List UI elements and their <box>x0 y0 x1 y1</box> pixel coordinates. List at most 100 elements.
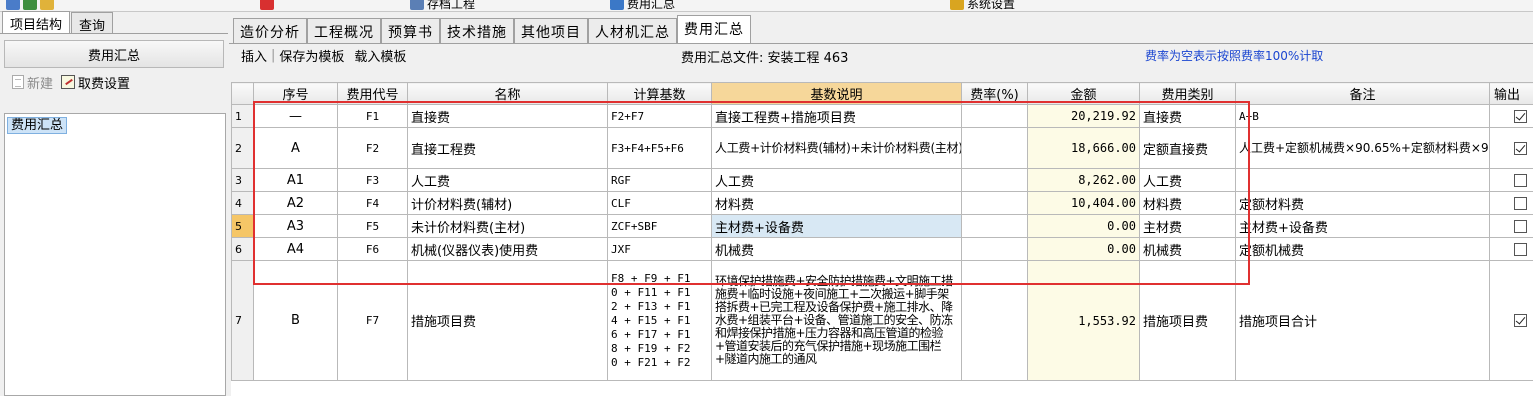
cell-name[interactable]: 直接费 <box>407 104 608 128</box>
table-row[interactable]: 6 A4 F6 机械(仪器仪表)使用费 JXF 机械费 0.00 机械费 定额机… <box>231 237 1533 261</box>
tab-project-structure[interactable]: 项目结构 <box>2 11 71 33</box>
output-checkbox[interactable] <box>1514 141 1527 155</box>
cell-desc[interactable]: 材料费 <box>711 191 962 215</box>
cell-category[interactable]: 主材费 <box>1139 214 1236 238</box>
cell-base[interactable]: F2+F7 <box>607 104 712 128</box>
row-number[interactable]: 5 <box>231 214 254 238</box>
cell-remark[interactable]: 定额材料费 <box>1235 191 1490 215</box>
cell-base[interactable]: F8 + F9 + F1 0 + F11 + F1 2 + F13 + F1 4… <box>607 260 712 381</box>
cell-rate[interactable] <box>961 237 1028 261</box>
close-icon[interactable] <box>260 0 274 11</box>
header-rate[interactable]: 费率(%) <box>961 82 1028 105</box>
cell-desc[interactable]: 主材费+设备费 <box>711 214 962 238</box>
cell-output[interactable] <box>1489 214 1533 238</box>
cell-code[interactable]: F7 <box>337 260 408 381</box>
tab-query[interactable]: 查询 <box>71 12 114 34</box>
cell-category[interactable]: 直接费 <box>1139 104 1236 128</box>
header-remark[interactable]: 备注 <box>1235 82 1490 105</box>
cell-base[interactable]: CLF <box>607 191 712 215</box>
cell-seq[interactable]: A1 <box>253 168 338 192</box>
cell-output[interactable] <box>1489 191 1533 215</box>
tab-other-items[interactable]: 其他项目 <box>514 18 588 43</box>
cell-output[interactable] <box>1489 104 1533 128</box>
row-number[interactable]: 1 <box>231 104 254 128</box>
table-row[interactable]: 7 B F7 措施项目费 F8 + F9 + F1 0 + F11 + F1 2… <box>231 260 1533 381</box>
table-row[interactable]: 3 A1 F3 人工费 RGF 人工费 8,262.00 人工费 <box>231 168 1533 192</box>
cell-amount[interactable]: 1,553.92 <box>1027 260 1140 381</box>
toolbar-summary[interactable]: 费用汇总 <box>610 0 675 11</box>
tab-labor-material-machine[interactable]: 人材机汇总 <box>588 18 677 43</box>
cell-seq[interactable]: A3 <box>253 214 338 238</box>
cell-code[interactable]: F3 <box>337 168 408 192</box>
cell-name[interactable]: 机械(仪器仪表)使用费 <box>407 237 608 261</box>
tab-cost-analysis[interactable]: 造价分析 <box>233 18 307 43</box>
save-as-template-button[interactable]: 保存为模板 <box>279 46 344 65</box>
cell-output[interactable] <box>1489 168 1533 192</box>
row-number[interactable]: 7 <box>231 260 254 381</box>
cell-desc[interactable]: 环境保护措施费+安全防护措施费+文明施工措施费+临时设施+夜间施工+二次搬运+脚… <box>711 260 962 381</box>
cell-base[interactable]: F3+F4+F5+F6 <box>607 127 712 169</box>
cell-amount[interactable]: 8,262.00 <box>1027 168 1140 192</box>
cell-category[interactable]: 定额直接费 <box>1139 127 1236 169</box>
cell-remark[interactable] <box>1235 168 1490 192</box>
cell-seq[interactable]: B <box>253 260 338 381</box>
cell-seq[interactable]: A2 <box>253 191 338 215</box>
cell-base[interactable]: JXF <box>607 237 712 261</box>
tab-fee-summary[interactable]: 费用汇总 <box>677 15 751 43</box>
cell-code[interactable]: F6 <box>337 237 408 261</box>
cell-name[interactable]: 人工费 <box>407 168 608 192</box>
cell-output[interactable] <box>1489 127 1533 169</box>
cell-rate[interactable] <box>961 168 1028 192</box>
cell-amount[interactable]: 20,219.92 <box>1027 104 1140 128</box>
cell-amount[interactable]: 0.00 <box>1027 237 1140 261</box>
cell-name[interactable]: 未计价材料费(主材) <box>407 214 608 238</box>
output-checkbox[interactable] <box>1514 242 1527 256</box>
row-number[interactable]: 2 <box>231 127 254 169</box>
cell-seq[interactable]: A <box>253 127 338 169</box>
tab-project-overview[interactable]: 工程概况 <box>307 18 381 43</box>
cell-category[interactable]: 人工费 <box>1139 168 1236 192</box>
cell-name[interactable]: 措施项目费 <box>407 260 608 381</box>
table-row[interactable]: 1 — F1 直接费 F2+F7 直接工程费+措施项目费 20,219.92 直… <box>231 104 1533 128</box>
cell-amount[interactable]: 0.00 <box>1027 214 1140 238</box>
cell-rate[interactable] <box>961 127 1028 169</box>
cell-code[interactable]: F1 <box>337 104 408 128</box>
cell-amount[interactable]: 10,404.00 <box>1027 191 1140 215</box>
output-checkbox[interactable] <box>1514 219 1527 233</box>
cell-output[interactable] <box>1489 237 1533 261</box>
tree-item-fee-summary[interactable]: 费用汇总 <box>7 117 68 134</box>
cell-rate[interactable] <box>961 214 1028 238</box>
output-checkbox[interactable] <box>1514 314 1527 327</box>
header-category[interactable]: 费用类别 <box>1139 82 1236 105</box>
row-number[interactable]: 6 <box>231 237 254 261</box>
cell-remark[interactable]: 定额机械费 <box>1235 237 1490 261</box>
folder-icon[interactable] <box>40 0 54 10</box>
header-desc[interactable]: 基数说明 <box>711 82 962 105</box>
cell-output[interactable] <box>1489 260 1533 381</box>
header-code[interactable]: 费用代号 <box>337 82 408 105</box>
cell-desc[interactable]: 机械费 <box>711 237 962 261</box>
tab-budget[interactable]: 预算书 <box>381 18 440 43</box>
cell-base[interactable]: RGF <box>607 168 712 192</box>
cell-seq[interactable]: — <box>253 104 338 128</box>
cell-name[interactable]: 直接工程费 <box>407 127 608 169</box>
fetch-fee-settings-button[interactable]: 取费设置 <box>61 73 130 92</box>
output-checkbox[interactable] <box>1514 173 1527 187</box>
cell-rate[interactable] <box>961 260 1028 381</box>
table-row[interactable]: 2 A F2 直接工程费 F3+F4+F5+F6 人工费+计价材料费(辅材)+未… <box>231 127 1533 169</box>
cell-rate[interactable] <box>961 191 1028 215</box>
cell-category[interactable]: 机械费 <box>1139 237 1236 261</box>
cell-desc[interactable]: 直接工程费+措施项目费 <box>711 104 962 128</box>
cell-code[interactable]: F2 <box>337 127 408 169</box>
insert-button[interactable]: 插入 <box>241 46 267 65</box>
table-row[interactable]: 4 A2 F4 计价材料费(辅材) CLF 材料费 10,404.00 材料费 … <box>231 191 1533 215</box>
cell-base[interactable]: ZCF+SBF <box>607 214 712 238</box>
toolbar-save-project[interactable]: 存档工程 <box>410 0 475 11</box>
toolbar-settings[interactable]: 系统设置 <box>950 0 1015 11</box>
cell-remark[interactable]: 措施项目合计 <box>1235 260 1490 381</box>
cell-desc[interactable]: 人工费+计价材料费(辅材)+未计价材料费(主材)+机械(仪器仪表)使用费 <box>711 127 962 169</box>
cell-remark[interactable]: 主材费+设备费 <box>1235 214 1490 238</box>
cell-code[interactable]: F5 <box>337 214 408 238</box>
cell-name[interactable]: 计价材料费(辅材) <box>407 191 608 215</box>
header-base[interactable]: 计算基数 <box>607 82 712 105</box>
